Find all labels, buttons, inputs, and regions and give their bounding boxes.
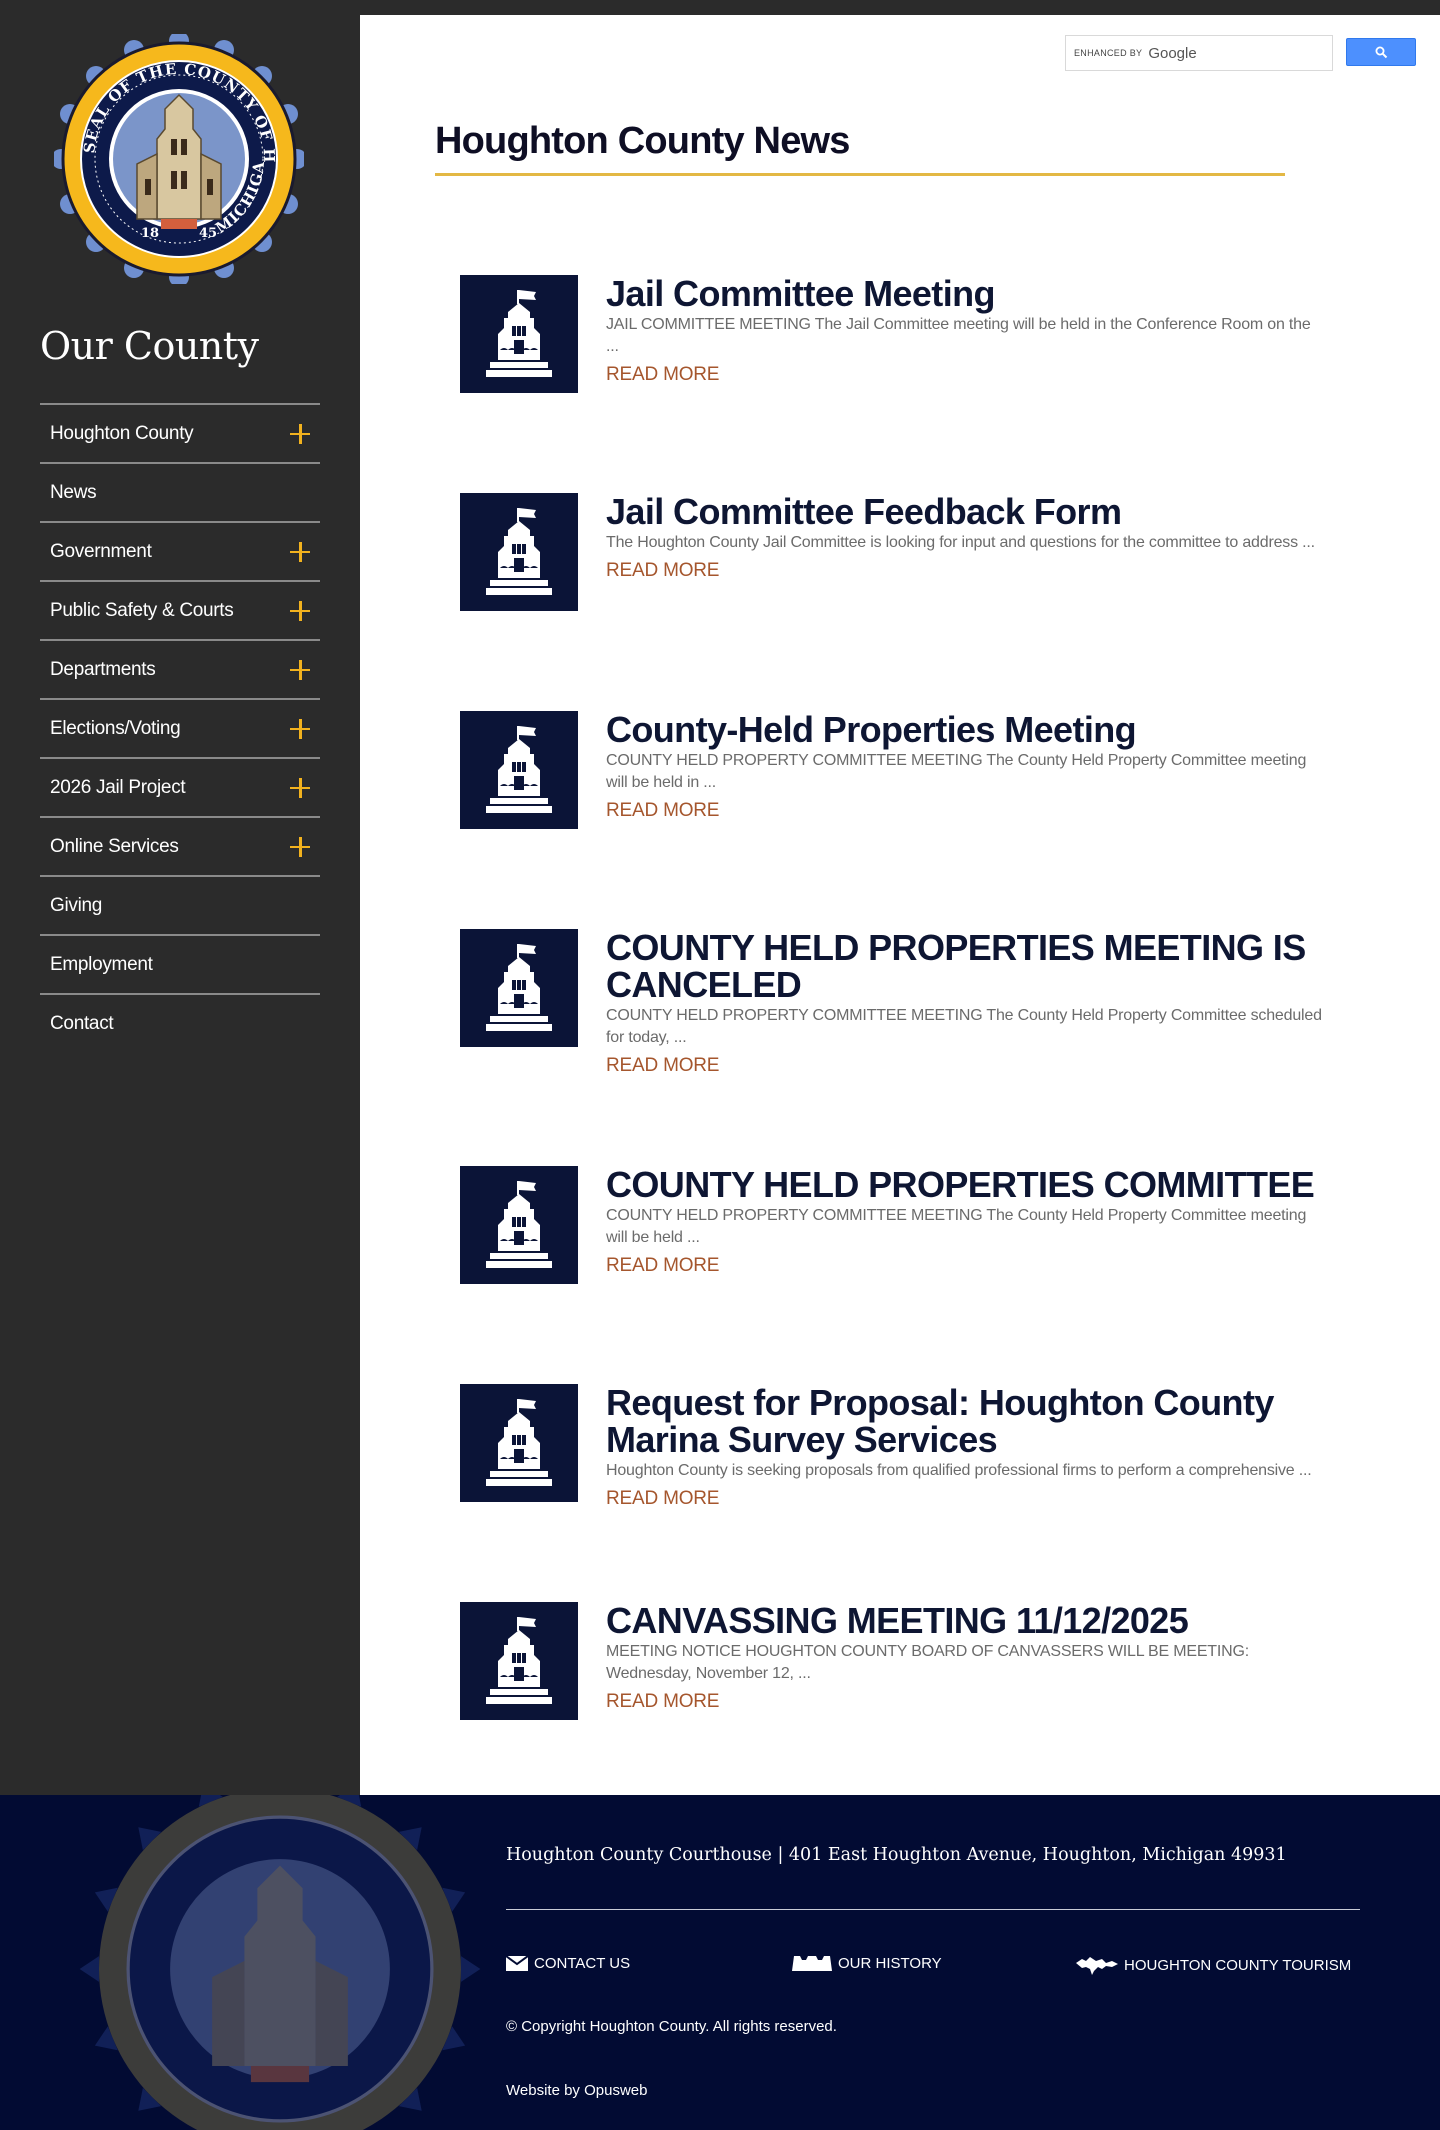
article-thumbnail[interactable] (460, 1602, 578, 1720)
sidebar-item-giving[interactable]: Giving (40, 875, 320, 934)
site-footer: Houghton County Courthouse | 401 East Ho… (0, 1795, 1440, 2130)
footer-copyright: © Copyright Houghton County. All rights … (506, 2018, 837, 2035)
sidebar-item-label: Online Services (50, 835, 179, 857)
sidebar-item-label: Houghton County (50, 422, 194, 444)
page-title: Houghton County News (435, 120, 850, 162)
article-excerpt: Houghton County is seeking proposals fro… (606, 1462, 1312, 1479)
sidebar-item-label: Elections/Voting (50, 717, 181, 739)
article-thumbnail[interactable] (460, 929, 578, 1047)
article-thumbnail[interactable] (460, 275, 578, 393)
courthouse-icon (486, 508, 552, 595)
article-thumbnail[interactable] (460, 1384, 578, 1502)
search-input[interactable] (1066, 36, 1332, 70)
svg-text:45: 45 (199, 226, 217, 241)
article-title[interactable]: CANVASSING MEETING 11/12/2025 (606, 1602, 1326, 1639)
svg-text:18: 18 (141, 226, 159, 241)
main-content: ENHANCED BY Google Houghton County News … (360, 15, 1440, 1795)
sidebar-item-label: Departments (50, 658, 156, 680)
article-title[interactable]: COUNTY HELD PROPERTIES MEETING IS CANCEL… (606, 929, 1326, 1003)
footer-seal-watermark (79, 1795, 481, 2130)
building-icon (792, 1956, 832, 1971)
sidebar-item-online-services[interactable]: Online Services (40, 816, 320, 875)
footer-contact-label: CONTACT US (534, 1955, 631, 1972)
sidebar-item-label: Public Safety & Courts (50, 599, 234, 621)
sidebar-item-2026-jail-project[interactable]: 2026 Jail Project (40, 757, 320, 816)
expand-plus-icon[interactable] (290, 423, 310, 444)
article-thumbnail[interactable] (460, 493, 578, 611)
sidebar-item-departments[interactable]: Departments (40, 639, 320, 698)
sidebar-nav: Houghton County News Government Public S… (40, 403, 320, 1052)
envelope-icon (506, 1956, 528, 1971)
courthouse-icon (486, 726, 552, 813)
footer-tourism-label: HOUGHTON COUNTY TOURISM (1124, 1956, 1352, 1974)
courthouse-icon (486, 1617, 552, 1704)
read-more-link[interactable]: READ MORE (606, 1691, 719, 1713)
expand-plus-icon[interactable] (290, 541, 310, 562)
read-more-link[interactable]: READ MORE (606, 364, 719, 386)
sidebar-item-label: News (50, 481, 97, 503)
sidebar-item-elections-voting[interactable]: Elections/Voting (40, 698, 320, 757)
footer-divider (506, 1909, 1360, 1910)
article-excerpt: COUNTY HELD PROPERTY COMMITTEE MEETING T… (606, 752, 1307, 791)
read-more-link[interactable]: READ MORE (606, 800, 719, 822)
courthouse-icon (486, 290, 552, 377)
search-icon (1375, 46, 1387, 58)
article-excerpt: COUNTY HELD PROPERTY COMMITTEE MEETING T… (606, 1007, 1322, 1046)
expand-plus-icon[interactable] (290, 777, 310, 798)
sidebar-item-label: Government (50, 540, 152, 562)
footer-links: CONTACT US OUR HISTORY HOUGHTON COUNTY T… (506, 1955, 1360, 1979)
footer-address: Houghton County Courthouse | 401 East Ho… (506, 1845, 1287, 1865)
read-more-link[interactable]: READ MORE (606, 1055, 719, 1077)
sidebar-item-government[interactable]: Government (40, 521, 320, 580)
footer-history-link[interactable]: OUR HISTORY (792, 1955, 942, 1972)
expand-plus-icon[interactable] (290, 600, 310, 621)
read-more-link[interactable]: READ MORE (606, 1255, 719, 1277)
article-excerpt: JAIL COMMITTEE MEETING The Jail Committe… (606, 316, 1311, 355)
article-excerpt: The Houghton County Jail Committee is lo… (606, 534, 1315, 551)
sidebar-item-label: Contact (50, 1012, 114, 1034)
sidebar-title: Our County (40, 324, 259, 368)
county-seal-logo[interactable]: 18 45 SEAL OF THE COUNTY OF HOUGHTON MIC… (54, 34, 304, 284)
article-title[interactable]: Jail Committee Feedback Form (606, 493, 1326, 530)
michigan-map-icon (1076, 1957, 1118, 1975)
title-underline (435, 173, 1285, 176)
sidebar-item-houghton-county[interactable]: Houghton County (40, 403, 320, 462)
courthouse-icon (486, 1181, 552, 1268)
read-more-link[interactable]: READ MORE (606, 1488, 719, 1510)
sidebar-item-label: Giving (50, 894, 103, 916)
article-thumbnail[interactable] (460, 1166, 578, 1284)
article-title[interactable]: County-Held Properties Meeting (606, 711, 1326, 748)
sidebar-item-contact[interactable]: Contact (40, 993, 320, 1052)
article-title[interactable]: COUNTY HELD PROPERTIES COMMITTEE (606, 1166, 1326, 1203)
sidebar-item-news[interactable]: News (40, 462, 320, 521)
courthouse-icon (486, 944, 552, 1031)
search-button[interactable] (1346, 38, 1416, 66)
footer-tourism-link[interactable]: HOUGHTON COUNTY TOURISM (1076, 1955, 1351, 1975)
article-excerpt: COUNTY HELD PROPERTY COMMITTEE MEETING T… (606, 1207, 1307, 1246)
article-thumbnail[interactable] (460, 711, 578, 829)
sidebar-item-label: Employment (50, 953, 153, 975)
footer-website-by[interactable]: Website by Opusweb (506, 2082, 647, 2099)
sidebar: 18 45 SEAL OF THE COUNTY OF HOUGHTON MIC… (0, 0, 360, 1795)
sidebar-item-employment[interactable]: Employment (40, 934, 320, 993)
expand-plus-icon[interactable] (290, 718, 310, 739)
read-more-link[interactable]: READ MORE (606, 560, 719, 582)
sidebar-item-public-safety-courts[interactable]: Public Safety & Courts (40, 580, 320, 639)
expand-plus-icon[interactable] (290, 659, 310, 680)
article-title[interactable]: Request for Proposal: Houghton County Ma… (606, 1384, 1326, 1458)
footer-history-label: OUR HISTORY (838, 1955, 942, 1972)
article-title[interactable]: Jail Committee Meeting (606, 275, 1326, 312)
search-box[interactable]: ENHANCED BY Google (1065, 35, 1333, 71)
courthouse-icon (486, 1399, 552, 1486)
expand-plus-icon[interactable] (290, 836, 310, 857)
footer-contact-link[interactable]: CONTACT US (506, 1955, 630, 1972)
article-excerpt: MEETING NOTICE HOUGHTON COUNTY BOARD OF … (606, 1643, 1249, 1682)
sidebar-item-label: 2026 Jail Project (50, 776, 186, 798)
